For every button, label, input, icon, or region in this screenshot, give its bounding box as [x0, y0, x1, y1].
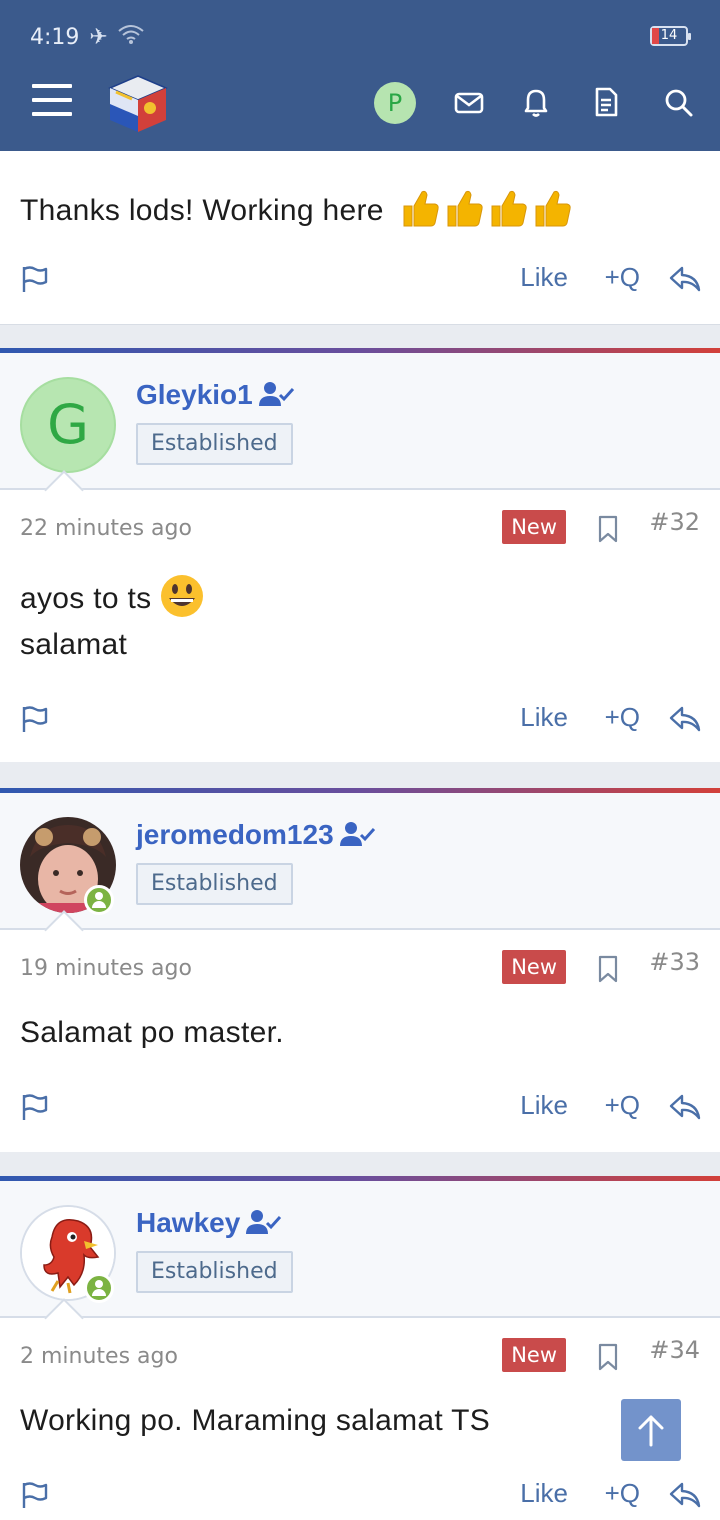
- report-flag-icon[interactable]: [20, 1092, 50, 1122]
- menu-icon[interactable]: [32, 84, 72, 118]
- user-avatar[interactable]: P: [374, 82, 416, 124]
- username-text[interactable]: jeromedom123: [136, 819, 334, 850]
- username[interactable]: Hawkey: [136, 1207, 282, 1239]
- bell-icon[interactable]: [519, 85, 553, 119]
- battery-icon: 14: [650, 26, 691, 46]
- post-time[interactable]: 22 minutes ago: [20, 516, 192, 541]
- quote-button[interactable]: +Q: [605, 702, 640, 733]
- status-time: 4:19: [30, 24, 80, 50]
- post-33: jeromedom123 Established 19 minutes ago …: [0, 788, 720, 1152]
- user-rank-badge: Established: [136, 863, 293, 905]
- thumbs-up-emojis: [400, 186, 572, 238]
- like-button[interactable]: Like: [520, 1478, 568, 1509]
- post-body: ayos to ts: [20, 574, 204, 626]
- bookmark-icon[interactable]: [596, 1342, 620, 1372]
- post-actions: Like +Q: [0, 1088, 720, 1128]
- username[interactable]: jeromedom123: [136, 819, 376, 851]
- report-flag-icon[interactable]: [20, 264, 50, 294]
- post-32: G Gleykio1 Established 22 minutes ago Ne…: [0, 348, 720, 762]
- avatar[interactable]: G: [20, 377, 116, 473]
- username-text[interactable]: Gleykio1: [136, 379, 253, 410]
- verified-user-icon: [246, 1210, 282, 1234]
- username-text[interactable]: Hawkey: [136, 1207, 240, 1238]
- quote-button[interactable]: +Q: [605, 262, 640, 293]
- post-user-header: Hawkey Established: [0, 1181, 720, 1318]
- post-user-header: jeromedom123 Established: [0, 793, 720, 930]
- reply-icon[interactable]: [668, 1090, 702, 1124]
- post-text-line: Salamat po master.: [20, 1016, 284, 1049]
- reply-icon[interactable]: [668, 702, 702, 736]
- post-time[interactable]: 19 minutes ago: [20, 956, 192, 981]
- post-text-line: salamat: [20, 628, 128, 661]
- new-badge: New: [502, 950, 566, 984]
- post-user-header: G Gleykio1 Established: [0, 353, 720, 490]
- like-button[interactable]: Like: [520, 262, 568, 293]
- like-button[interactable]: Like: [520, 1090, 568, 1121]
- verified-user-icon: [258, 382, 294, 406]
- grinning-face-emoji: [160, 574, 204, 626]
- username[interactable]: Gleykio1: [136, 379, 295, 411]
- post-actions: Like +Q: [0, 260, 720, 300]
- nav-bar: P: [0, 72, 720, 132]
- online-status-icon: [84, 885, 114, 915]
- mail-icon[interactable]: [452, 85, 486, 119]
- app-header: 4:19 ✈ 14 P: [0, 0, 720, 151]
- user-rank-badge: Established: [136, 1251, 293, 1293]
- reply-icon[interactable]: [668, 1478, 702, 1512]
- wifi-icon: [118, 24, 144, 50]
- report-flag-icon[interactable]: [20, 704, 50, 734]
- post-text-line: ayos to ts: [20, 581, 152, 615]
- online-status-icon: [84, 1273, 114, 1303]
- post-text-line: Working po. Maraming salamat TS: [20, 1404, 491, 1437]
- like-button[interactable]: Like: [520, 702, 568, 733]
- user-rank-badge: Established: [136, 423, 293, 465]
- reply-icon[interactable]: [668, 262, 702, 296]
- quote-button[interactable]: +Q: [605, 1478, 640, 1509]
- bookmark-icon[interactable]: [596, 954, 620, 984]
- post-34: Hawkey Established 2 minutes ago New #34…: [0, 1176, 720, 1520]
- quote-button[interactable]: +Q: [605, 1090, 640, 1121]
- verified-user-icon: [339, 822, 375, 846]
- report-flag-icon[interactable]: [20, 1480, 50, 1510]
- search-icon[interactable]: [661, 85, 695, 119]
- battery-level: 14: [660, 28, 678, 43]
- post-actions: Like +Q: [0, 1476, 720, 1516]
- post-actions: Like +Q: [0, 700, 720, 740]
- post-body: Thanks lods! Working here: [20, 186, 572, 238]
- post-number[interactable]: #33: [649, 948, 700, 976]
- post-number[interactable]: #34: [649, 1336, 700, 1364]
- post-time[interactable]: 2 minutes ago: [20, 1344, 178, 1369]
- scroll-to-top-button[interactable]: [621, 1399, 681, 1461]
- bookmark-icon[interactable]: [596, 514, 620, 544]
- arrow-up-icon: [638, 1415, 664, 1447]
- new-badge: New: [502, 1338, 566, 1372]
- site-logo[interactable]: [106, 72, 170, 136]
- post-text-line: Thanks lods! Working here: [20, 193, 384, 227]
- new-badge: New: [502, 510, 566, 544]
- document-icon[interactable]: [589, 85, 623, 119]
- airplane-mode-icon: ✈: [89, 24, 108, 50]
- status-bar: 4:19 ✈: [30, 22, 144, 52]
- post-number[interactable]: #32: [649, 508, 700, 536]
